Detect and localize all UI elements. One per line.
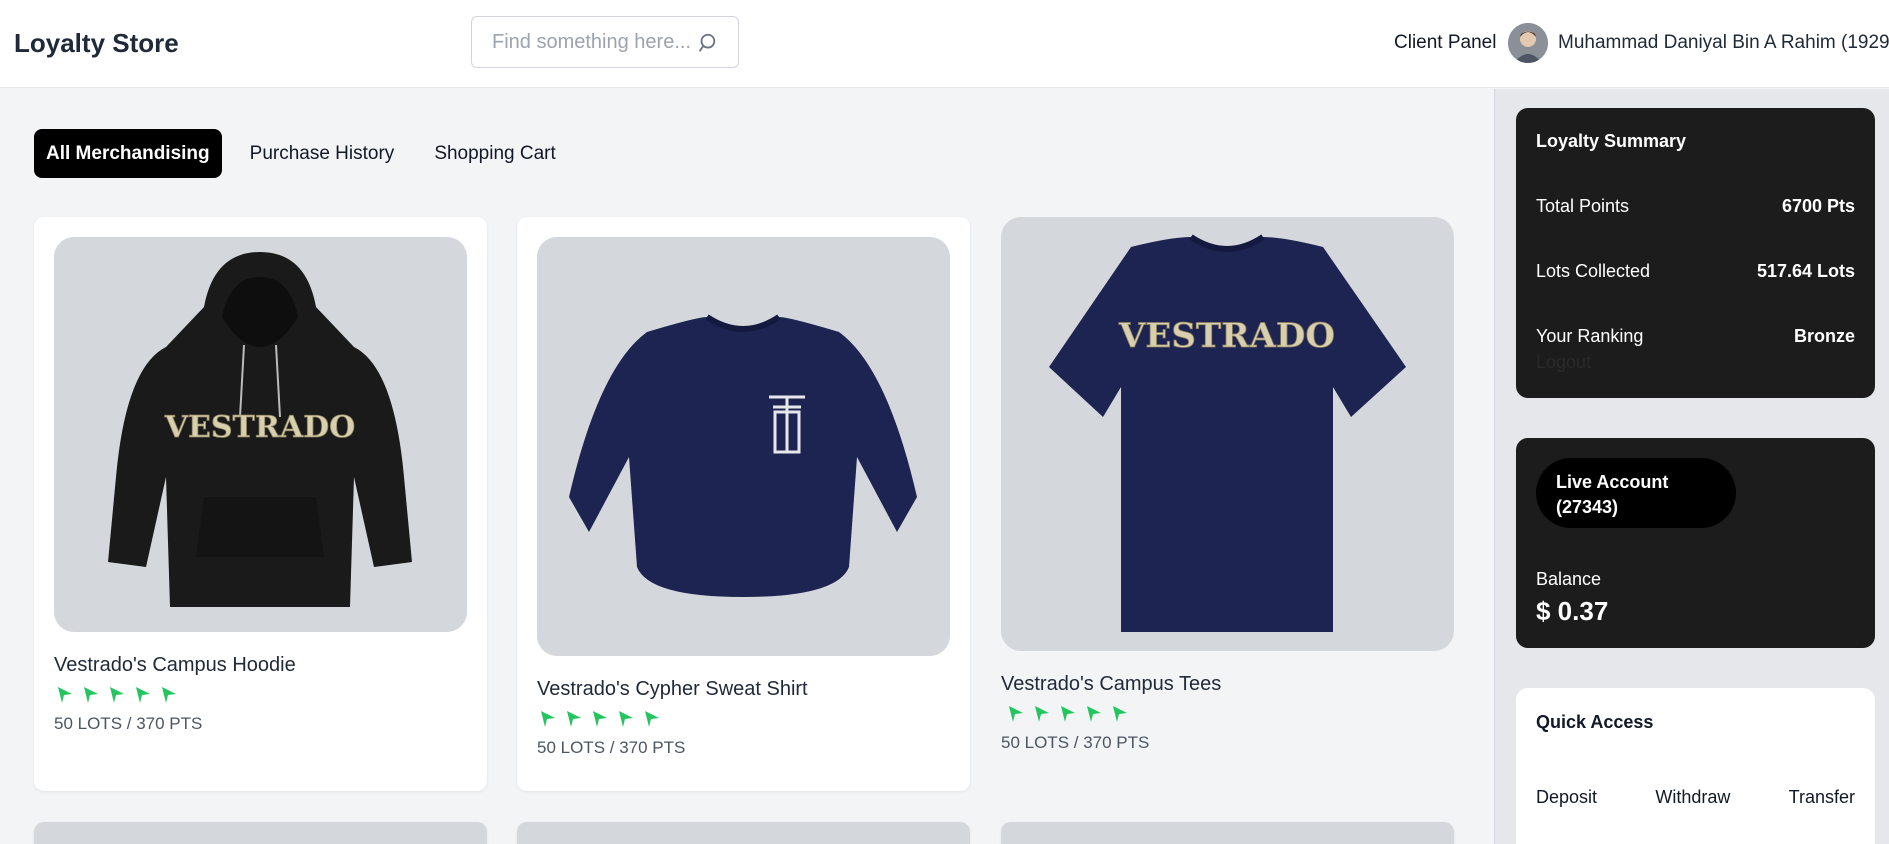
client-panel-link[interactable]: Client Panel — [1394, 32, 1496, 54]
quick-access-panel: Quick Access Deposit Withdraw Transfer — [1516, 688, 1875, 844]
brand-title[interactable]: Loyalty Store — [14, 28, 179, 59]
summary-label: Lots Collected — [1536, 261, 1651, 281]
summary-value: 6700 Pts — [1781, 196, 1855, 216]
product-card-partial[interactable] — [34, 822, 487, 844]
star-icon — [645, 711, 659, 727]
star-icon — [1061, 706, 1075, 722]
product-card-partial[interactable] — [1001, 822, 1454, 844]
star-icon — [1035, 706, 1049, 722]
summary-row-total-points: Total Points 6700 Pts — [1536, 196, 1855, 217]
rating-stars — [537, 709, 661, 729]
summary-row-ranking: Your Ranking Bronze — [1536, 326, 1855, 347]
quick-access-title: Quick Access — [1536, 712, 1654, 732]
summary-label: Your Ranking — [1536, 326, 1644, 346]
product-price: 50 LOTS / 370 PTS — [1001, 733, 1150, 752]
top-header: Loyalty Store Client Panel Muhammad Dani… — [0, 0, 1889, 88]
user-name[interactable]: Muhammad Daniyal Bin A Rahim (19294) — [1558, 32, 1889, 54]
product-card-sweatshirt[interactable]: Vestrado's Cypher Sweat Shirt 50 LOTS / … — [517, 217, 970, 791]
summary-row-lots-collected: Lots Collected 517.64 Lots — [1536, 261, 1855, 282]
logout-link[interactable]: Logout — [1536, 352, 1591, 373]
hoodie-print: VESTRADO — [164, 410, 356, 445]
summary-label: Total Points — [1536, 196, 1630, 216]
main-content: All Merchandising Purchase History Shopp… — [0, 89, 1494, 844]
avatar[interactable] — [1508, 23, 1548, 63]
sweatshirt-image — [569, 314, 917, 597]
product-title[interactable]: Vestrado's Cypher Sweat Shirt — [537, 678, 808, 701]
rating-stars — [54, 685, 178, 705]
star-icon — [1113, 706, 1127, 722]
star-icon — [1009, 706, 1023, 722]
withdraw-link[interactable]: Withdraw — [1655, 787, 1730, 808]
product-image[interactable]: VESTRADO — [54, 237, 467, 632]
product-price: 50 LOTS / 370 PTS — [537, 738, 686, 757]
transfer-link[interactable]: Transfer — [1789, 787, 1855, 808]
balance-value: $ 0.37 — [1536, 596, 1609, 626]
summary-title: Loyalty Summary — [1536, 131, 1687, 151]
search-input[interactable] — [482, 25, 692, 59]
balance-label: Balance — [1536, 569, 1602, 589]
tshirt-image: VESTRADO — [1049, 234, 1406, 632]
product-card-partial[interactable] — [517, 822, 970, 844]
account-number: (27343) — [1556, 497, 1619, 517]
product-title[interactable]: Vestrado's Campus Tees — [1001, 673, 1221, 696]
live-account-panel: Live Account (27343) Balance $ 0.37 — [1516, 438, 1875, 648]
tab-purchase-history[interactable]: Purchase History — [238, 129, 407, 178]
star-icon — [593, 711, 607, 727]
product-image[interactable] — [537, 237, 950, 656]
live-account-badge[interactable]: Live Account (27343) — [1536, 458, 1736, 528]
deposit-link[interactable]: Deposit — [1536, 787, 1597, 808]
star-icon — [619, 711, 633, 727]
tab-all-merchandising[interactable]: All Merchandising — [34, 129, 222, 178]
star-icon — [136, 687, 150, 703]
star-icon — [567, 711, 581, 727]
search-icon[interactable] — [696, 32, 718, 54]
product-card-hoodie[interactable]: VESTRADO Vestrado's Campus Hoodie 50 LOT… — [34, 217, 487, 791]
summary-value: Bronze — [1793, 326, 1855, 346]
avatar-image — [1508, 23, 1548, 63]
product-image[interactable]: VESTRADO — [1001, 217, 1454, 651]
star-icon — [162, 687, 176, 703]
tab-bar: All Merchandising Purchase History Shopp… — [34, 129, 584, 178]
star-icon — [541, 711, 555, 727]
tab-shopping-cart[interactable]: Shopping Cart — [422, 129, 567, 178]
product-title[interactable]: Vestrado's Campus Hoodie — [54, 654, 296, 677]
loyalty-summary-panel: Loyalty Summary Total Points 6700 Pts Lo… — [1516, 108, 1875, 398]
right-sidebar: Loyalty Summary Total Points 6700 Pts Lo… — [1494, 89, 1889, 844]
star-icon — [84, 687, 98, 703]
product-price: 50 LOTS / 370 PTS — [54, 714, 203, 733]
rating-stars — [1005, 704, 1129, 724]
tshirt-print: VESTRADO — [1118, 316, 1335, 356]
quick-access-links: Deposit Withdraw Transfer — [1536, 787, 1855, 808]
star-icon — [58, 687, 72, 703]
star-icon — [1087, 706, 1101, 722]
account-type: Live Account — [1556, 472, 1669, 492]
star-icon — [110, 687, 124, 703]
hoodie-image: VESTRADO — [108, 252, 412, 607]
summary-value: 517.64 Lots — [1756, 261, 1855, 281]
product-card-tees[interactable]: VESTRADO Vestrado's Campus Tees 50 LOTS … — [1001, 217, 1454, 791]
search-box[interactable] — [471, 16, 739, 68]
